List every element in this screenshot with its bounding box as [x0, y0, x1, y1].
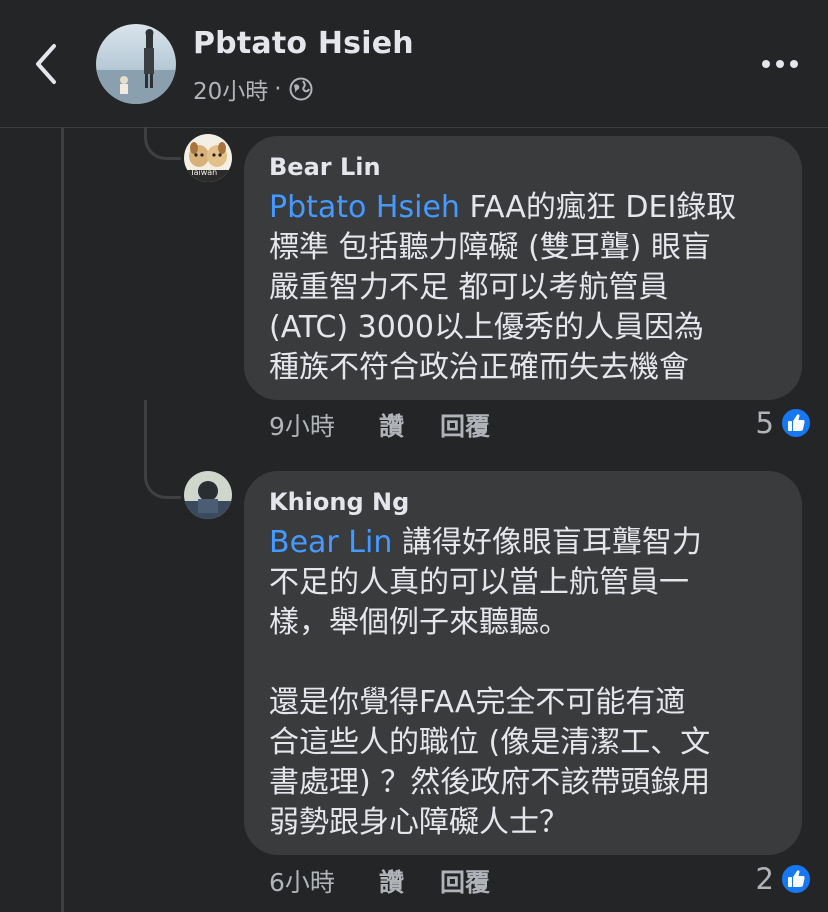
comment-actions: 6小時 讚 回覆: [269, 863, 508, 899]
mention-link[interactable]: Bear Lin: [269, 525, 392, 560]
back-chevron-icon: [36, 44, 56, 84]
comment-time[interactable]: 9小時: [269, 407, 361, 443]
thread-connector: [144, 127, 181, 160]
reply-button[interactable]: 回覆: [440, 407, 490, 443]
comment-body: 講得好像眼盲耳聾智力 不足的人真的可以當上航管員一 樣，舉個例子來聽聽。 還是你…: [269, 525, 711, 840]
commenter-avatar[interactable]: Taiwan: [184, 134, 232, 182]
post-header: Pbtato Hsieh 20小時 ·: [0, 0, 828, 128]
avatar-caption: Taiwan: [190, 168, 218, 177]
commenter-avatar[interactable]: [184, 471, 232, 519]
like-thumb-icon: [780, 407, 812, 439]
thread-line: [61, 128, 64, 912]
author-name[interactable]: Pbtato Hsieh: [193, 26, 414, 61]
globe-icon: [289, 77, 313, 101]
reaction-count: 2: [755, 862, 774, 896]
meta-separator: ·: [274, 76, 282, 102]
like-button[interactable]: 讚: [379, 863, 404, 899]
thread-line-segment: [144, 400, 147, 464]
thread-connector: [144, 462, 181, 499]
commenter-name[interactable]: Khiong Ng: [269, 487, 778, 517]
comment-actions: 9小時 讚 回覆: [269, 407, 508, 443]
mention-link[interactable]: Pbtato Hsieh: [269, 190, 460, 225]
commenter-name[interactable]: Bear Lin: [269, 152, 778, 182]
reaction-summary[interactable]: 2: [756, 861, 812, 897]
more-options-button[interactable]: [760, 52, 800, 76]
reaction-summary[interactable]: 5: [756, 405, 812, 441]
comment-bubble[interactable]: Bear Lin Pbtato Hsieh FAA的瘋狂 DEI錄取 標準 包括…: [244, 136, 802, 400]
comment-bubble[interactable]: Khiong Ng Bear Lin 講得好像眼盲耳聾智力 不足的人真的可以當上…: [244, 471, 802, 855]
reply-button[interactable]: 回覆: [440, 863, 490, 899]
post-meta: 20小時 ·: [193, 72, 314, 106]
like-thumb-icon: [780, 863, 812, 895]
reaction-count: 5: [755, 406, 774, 440]
comment-time[interactable]: 6小時: [269, 863, 361, 899]
comment-text: Bear Lin 講得好像眼盲耳聾智力 不足的人真的可以當上航管員一 樣，舉個例…: [269, 523, 778, 843]
post-time[interactable]: 20小時: [193, 72, 268, 106]
like-button[interactable]: 讚: [379, 407, 404, 443]
more-dots-icon: [762, 60, 798, 68]
back-button[interactable]: [28, 40, 68, 88]
author-avatar[interactable]: [96, 24, 176, 104]
comment-text: Pbtato Hsieh FAA的瘋狂 DEI錄取 標準 包括聽力障礙 (雙耳聾…: [269, 188, 778, 388]
